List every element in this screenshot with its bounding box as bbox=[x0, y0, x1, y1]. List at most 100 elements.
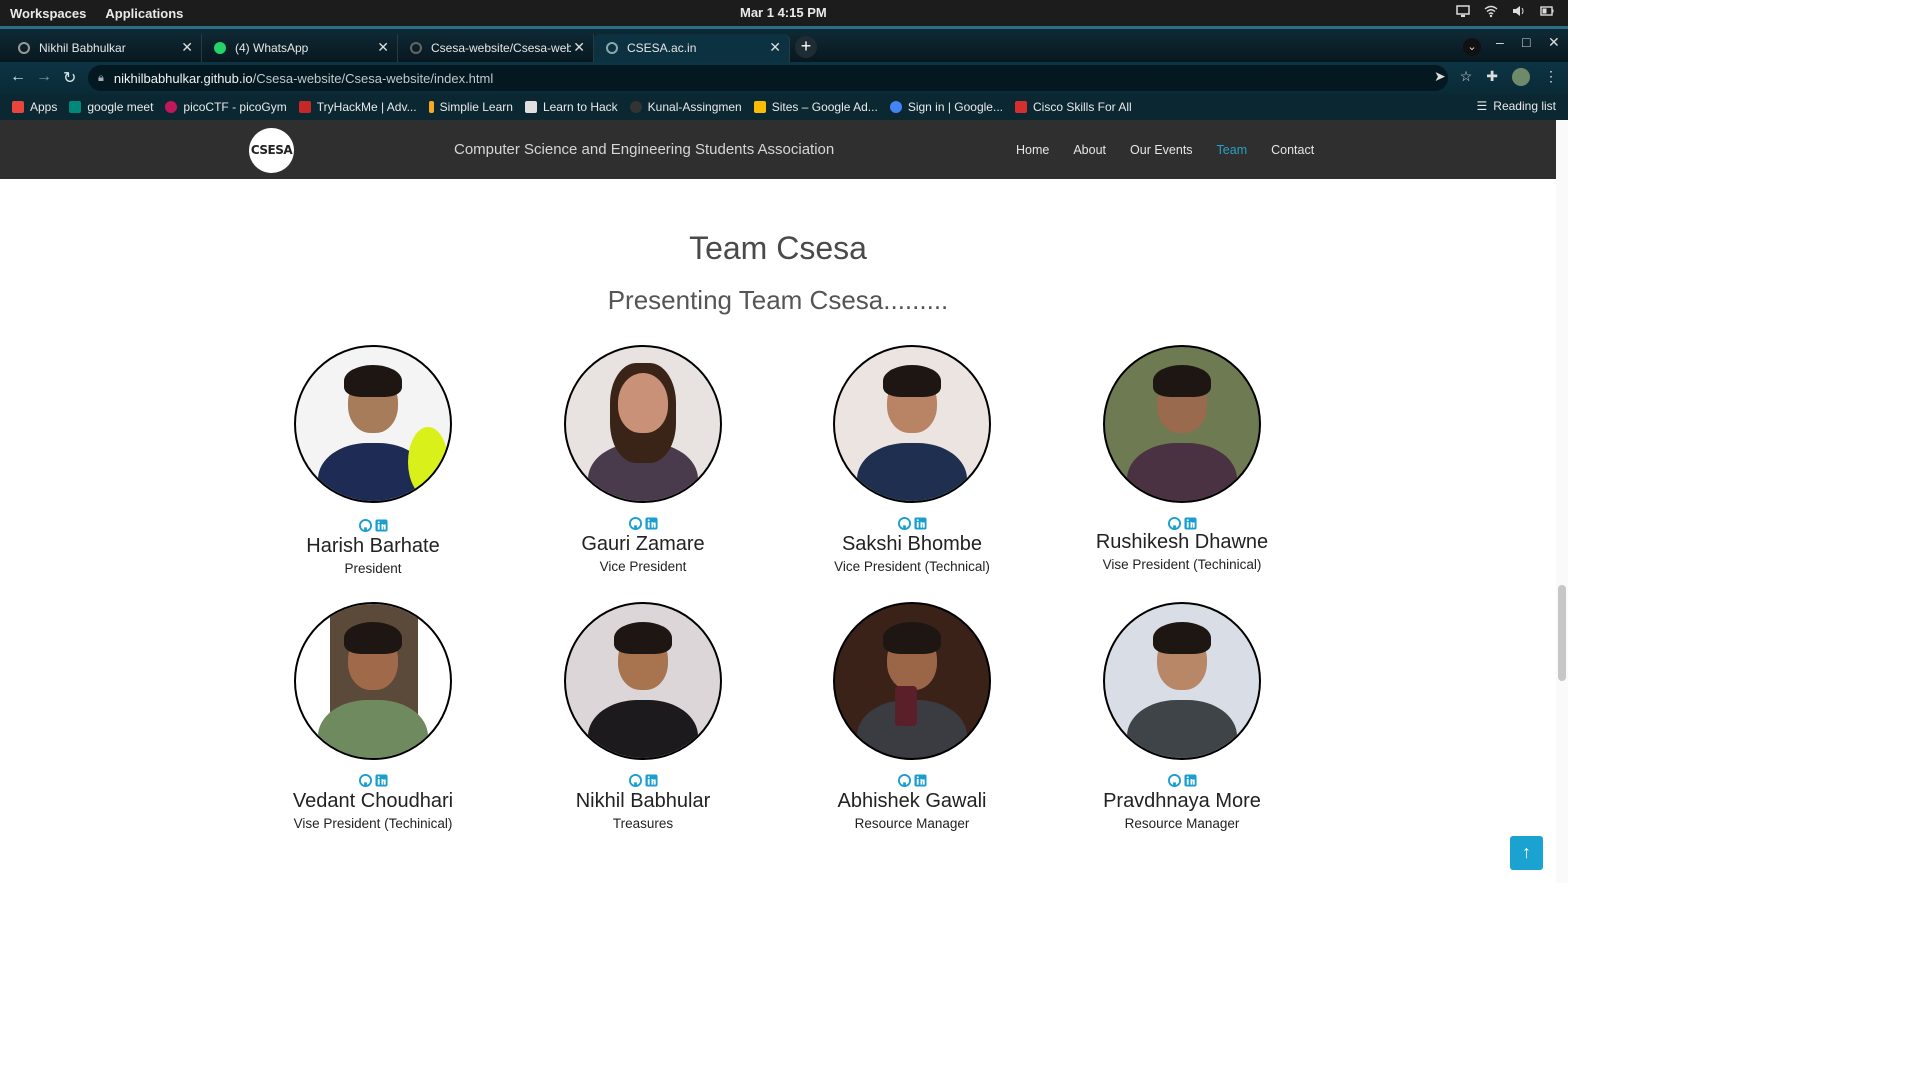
member-socials bbox=[782, 774, 1042, 788]
csesa-logo[interactable]: CSESA bbox=[249, 128, 294, 173]
screen-icon[interactable] bbox=[1456, 4, 1470, 18]
menu-our-events[interactable]: Our Events bbox=[1130, 143, 1193, 157]
tab-nikhil-babhulkar[interactable]: Nikhil Babhulkar ✕ bbox=[6, 34, 202, 62]
menu-home[interactable]: Home bbox=[1016, 143, 1049, 157]
menu-about[interactable]: About bbox=[1073, 143, 1106, 157]
tab-label: (4) WhatsApp bbox=[235, 41, 309, 55]
github-icon[interactable] bbox=[897, 774, 911, 787]
maximize-icon[interactable]: □ bbox=[1522, 34, 1530, 50]
github-icon[interactable] bbox=[1167, 517, 1181, 530]
extensions-puzzle-icon[interactable]: ✚ bbox=[1486, 68, 1498, 86]
linkedin-icon[interactable] bbox=[1183, 774, 1197, 787]
github-icon[interactable] bbox=[358, 519, 372, 532]
photo-hair bbox=[1153, 365, 1211, 397]
address-bar[interactable]: 🔒︎ nikhilbabhulkar.github.io/Csesa-websi… bbox=[88, 65, 1448, 91]
bookmark-google-signin[interactable]: Sign in | Google... bbox=[889, 100, 1003, 114]
bookmark-google-sites[interactable]: Sites – Google Ad... bbox=[753, 100, 878, 114]
bookmark-label: Kunal-Assingmen bbox=[647, 100, 742, 114]
bookmark-picoctf[interactable]: picoCTF - picoGym bbox=[165, 100, 287, 114]
github-icon[interactable] bbox=[628, 774, 642, 787]
bookmark-tryhackme[interactable]: TryHackMe | Adv... bbox=[298, 100, 417, 114]
bookmark-label: Cisco Skills For All bbox=[1033, 100, 1132, 114]
member-card: Harish Barhate President bbox=[243, 345, 503, 576]
member-role: President bbox=[344, 561, 402, 576]
simplilearn-icon bbox=[428, 101, 434, 113]
applications-menu[interactable]: Applications bbox=[105, 6, 183, 21]
bookmark-google-meet[interactable]: google meet bbox=[69, 100, 153, 114]
bookmark-label: TryHackMe | Adv... bbox=[316, 100, 417, 114]
page-scrollbar[interactable] bbox=[1556, 120, 1568, 883]
tab-csesa-active[interactable]: CSESA.ac.in ✕ bbox=[594, 34, 790, 62]
learn-to-hack-icon bbox=[524, 101, 537, 113]
picoctf-icon bbox=[165, 101, 178, 113]
battery-icon[interactable] bbox=[1540, 4, 1554, 18]
bookmark-kunal-assignment[interactable]: Kunal-Assingmen bbox=[629, 100, 742, 114]
reading-list[interactable]: ☰ Reading list bbox=[1477, 99, 1556, 113]
linkedin-icon[interactable] bbox=[644, 774, 658, 787]
reload-icon[interactable]: ↻ bbox=[63, 68, 76, 88]
minimize-icon[interactable]: – bbox=[1496, 34, 1504, 50]
tab-label: Csesa-website/Csesa-website bbox=[431, 41, 571, 55]
scroll-to-top-button[interactable]: ↑ bbox=[1510, 836, 1543, 870]
linkedin-icon[interactable] bbox=[644, 517, 658, 530]
site-menu: Home About Our Events Team Contact bbox=[1016, 143, 1314, 157]
member-card: Gauri Zamare Vice President bbox=[513, 345, 773, 574]
linkedin-icon[interactable] bbox=[913, 774, 927, 787]
member-socials bbox=[243, 519, 503, 533]
member-role: Resource Manager bbox=[854, 816, 970, 831]
volume-icon[interactable] bbox=[1512, 4, 1526, 18]
close-window-icon[interactable]: ✕ bbox=[1548, 34, 1560, 51]
menu-contact[interactable]: Contact bbox=[1271, 143, 1314, 157]
back-arrow-icon[interactable]: ← bbox=[10, 68, 26, 86]
member-card: Nikhil Babhular Treasures bbox=[513, 602, 773, 831]
google-meet-icon bbox=[69, 101, 82, 113]
github-icon[interactable] bbox=[628, 517, 642, 530]
photo-body bbox=[857, 443, 967, 501]
workspaces-menu[interactable]: Workspaces bbox=[10, 6, 86, 21]
new-tab-button[interactable]: + bbox=[795, 36, 817, 58]
bookmark-learn-to-hack[interactable]: Learn to Hack bbox=[524, 100, 618, 114]
google-ads-icon bbox=[753, 101, 766, 113]
member-role: Vise President (Techinical) bbox=[1102, 557, 1262, 572]
wifi-icon[interactable] bbox=[1484, 4, 1498, 18]
linkedin-icon[interactable] bbox=[374, 519, 388, 532]
bookmark-apps[interactable]: Apps bbox=[12, 100, 57, 114]
bookmark-cisco[interactable]: Cisco Skills For All bbox=[1015, 100, 1132, 114]
close-icon[interactable]: ✕ bbox=[769, 39, 781, 56]
member-role: Vice President (Technical) bbox=[834, 559, 990, 574]
member-name: Rushikesh Dhawne bbox=[1095, 531, 1269, 553]
browser-toolbar: ← → ↻ 🔒︎ nikhilbabhulkar.github.io/Csesa… bbox=[0, 62, 1568, 94]
member-role: Vice President bbox=[599, 559, 687, 574]
member-name: Abhishek Gawali bbox=[837, 790, 987, 812]
bookmark-star-icon[interactable]: ☆ bbox=[1460, 68, 1473, 86]
lock-icon[interactable]: 🔒︎ bbox=[98, 72, 104, 85]
profile-avatar[interactable] bbox=[1512, 68, 1530, 86]
linkedin-icon[interactable] bbox=[1183, 517, 1197, 530]
cisco-icon bbox=[1015, 101, 1027, 113]
tab-search-chevron-icon[interactable]: ⌄ bbox=[1463, 38, 1481, 56]
bookmark-label: google meet bbox=[87, 100, 154, 114]
scrollbar-thumb[interactable] bbox=[1558, 585, 1566, 681]
menu-team[interactable]: Team bbox=[1217, 143, 1248, 157]
member-role: Resource Manager bbox=[1124, 816, 1240, 831]
forward-arrow-icon[interactable]: → bbox=[36, 68, 52, 86]
close-icon[interactable]: ✕ bbox=[377, 39, 389, 56]
send-icon[interactable]: ➤ bbox=[1434, 68, 1446, 86]
more-menu-icon[interactable]: ⋮ bbox=[1544, 68, 1558, 86]
tab-whatsapp[interactable]: (4) WhatsApp ✕ bbox=[202, 34, 398, 62]
github-icon[interactable] bbox=[897, 517, 911, 530]
github-icon bbox=[18, 42, 30, 54]
tab-csesa-github[interactable]: Csesa-website/Csesa-website ✕ bbox=[398, 34, 594, 62]
system-tray bbox=[1456, 4, 1554, 18]
linkedin-icon[interactable] bbox=[374, 774, 388, 787]
close-icon[interactable]: ✕ bbox=[181, 39, 193, 56]
member-socials bbox=[782, 517, 1042, 531]
bookmark-simplilearn[interactable]: Simplie Learn bbox=[428, 100, 513, 114]
github-icon[interactable] bbox=[358, 774, 372, 787]
linkedin-icon[interactable] bbox=[913, 517, 927, 530]
close-icon[interactable]: ✕ bbox=[573, 39, 585, 56]
team-subheading: Presenting Team Csesa......... bbox=[607, 285, 949, 315]
github-icon[interactable] bbox=[1167, 774, 1181, 787]
member-socials bbox=[513, 517, 773, 531]
clock[interactable]: Mar 1 4:15 PM bbox=[740, 5, 827, 20]
